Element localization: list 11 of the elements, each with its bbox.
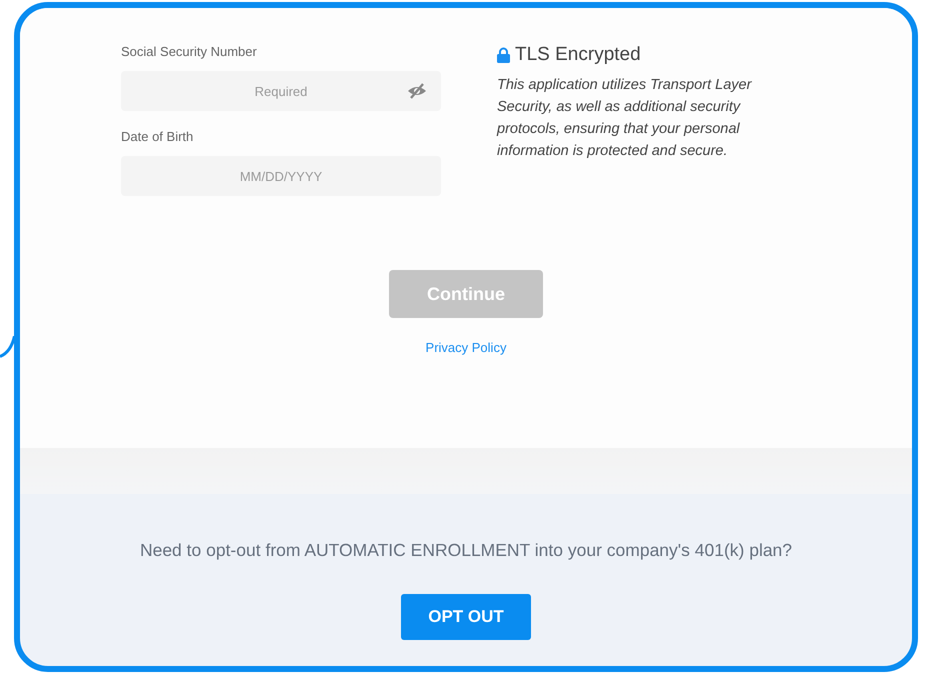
opt-out-question: Need to opt-out from AUTOMATIC ENROLLMENT into your company's 401(k) plan? — [140, 540, 792, 561]
privacy-policy-link[interactable]: Privacy Policy — [426, 340, 506, 355]
security-description: This application utilizes Transport Layer Security, as well as additional security protocols, ensuring that your personal information is protected and secure. — [497, 76, 753, 161]
lock-icon — [497, 47, 510, 63]
eye-slash-icon[interactable] — [407, 83, 427, 99]
input-field[interactable]: Required — [121, 71, 441, 111]
security-title: TLS Encrypted — [515, 44, 641, 66]
field-label: Social Security Number — [121, 44, 258, 59]
input-field[interactable]: MM/DD/YYYY — [121, 156, 441, 196]
field-label: Date of Birth — [121, 129, 194, 144]
opt-out-button[interactable]: OPT OUT — [401, 594, 531, 640]
